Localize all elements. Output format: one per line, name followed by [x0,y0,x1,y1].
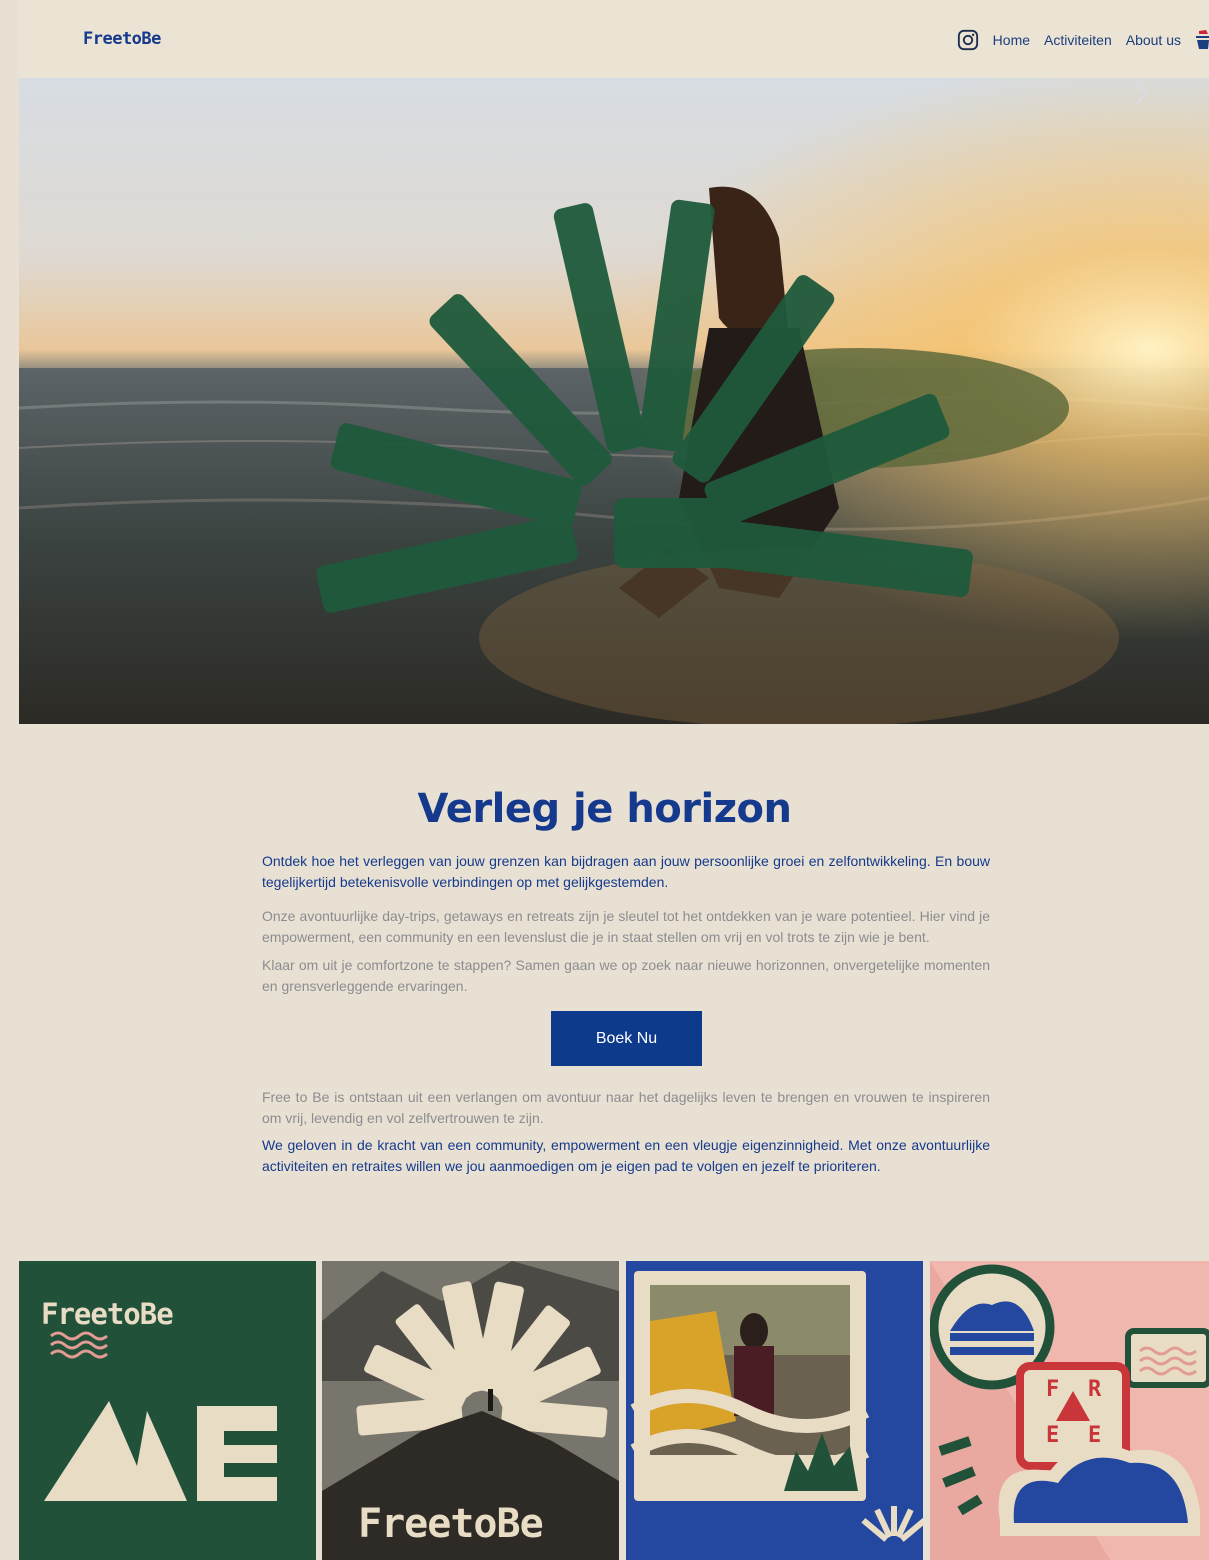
image-gallery: FreetoBe FreetoBe F R E E [19,1261,1209,1560]
hero-slideshow [19,78,1209,724]
gallery-tile-3[interactable] [626,1261,923,1560]
mountains-illustration [44,1331,277,1501]
badge-letter-f: F [1046,1377,1059,1402]
gallery-tile-1[interactable]: FreetoBe [19,1261,316,1560]
chevron-right-icon[interactable] [1131,78,1151,108]
site-logo[interactable]: FreetoBe [83,29,161,49]
cart-icon[interactable] [1195,29,1209,51]
instagram-icon[interactable] [957,29,979,51]
gallery-tile-4[interactable]: F R E E [930,1261,1209,1560]
badges-illustration [930,1261,1209,1560]
intro-paragraph-1: Ontdek hoe het verleggen van jouw grenze… [262,853,990,890]
badge-letter-e2: E [1088,1423,1101,1448]
main-nav: Home Activiteiten About us [957,26,1209,54]
book-now-button[interactable]: Boek Nu [551,1011,702,1066]
hero-image [19,78,1209,724]
van-photo-illustration [630,1271,923,1542]
badge-letter-r: R [1088,1377,1101,1402]
nav-home[interactable]: Home [993,32,1030,48]
about-paragraph-2: We geloven in de kracht van een communit… [262,1137,990,1174]
badge-letter-e1: E [1046,1423,1059,1448]
chevron-left-icon[interactable] [97,78,117,108]
page-title: Verleg je horizon [417,786,792,832]
nav-activiteiten[interactable]: Activiteiten [1044,32,1112,48]
site-header: FreetoBe Home Activiteiten About us [19,0,1209,78]
tile-logo: FreetoBe [358,1501,544,1547]
nav-about-us[interactable]: About us [1126,32,1181,48]
about-paragraph-1: Free to Be is ontstaan uit een verlangen… [262,1089,990,1126]
intro-paragraph-3: Klaar om uit je comfortzone te stappen? … [262,957,990,994]
gallery-tile-2[interactable]: FreetoBe [322,1261,619,1560]
intro-paragraph-2: Onze avontuurlijke day-trips, getaways e… [262,908,990,945]
